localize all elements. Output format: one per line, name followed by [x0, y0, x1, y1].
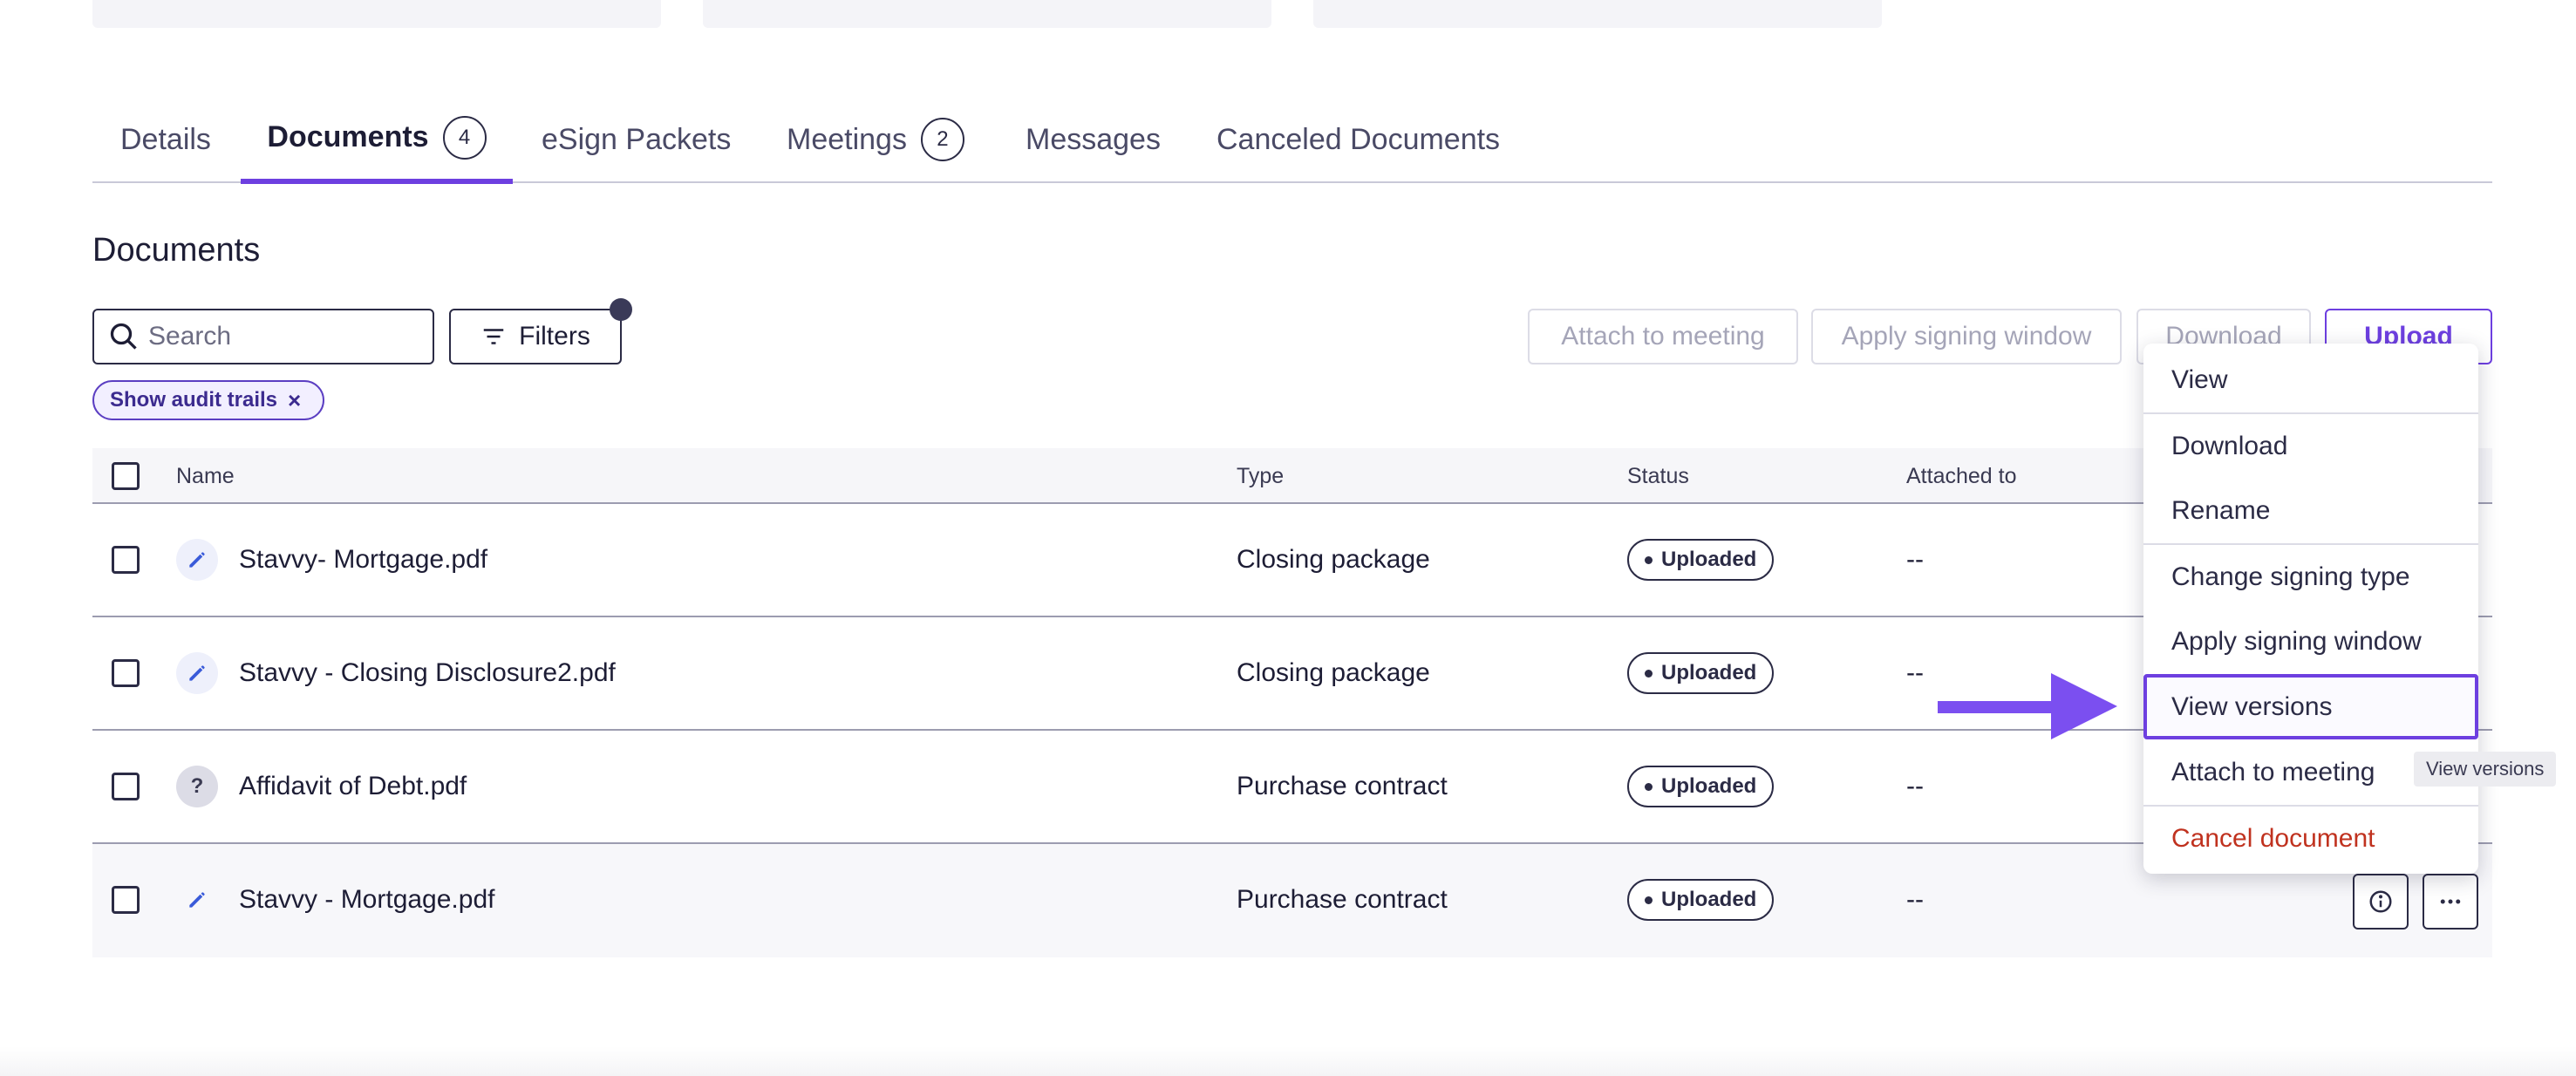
tab-messages[interactable]: Messages: [1026, 96, 1161, 183]
annotation-arrow-icon: [1938, 673, 2117, 739]
table-header: Name Type Status Attached to: [92, 448, 2492, 504]
document-name[interactable]: Stavvy - Closing Disclosure2.pdf: [239, 617, 616, 729]
section-title: Documents: [92, 232, 261, 269]
tab-bar: Details Documents 4 eSign Packets Meetin…: [92, 96, 2492, 184]
document-info-button[interactable]: [2353, 874, 2409, 930]
menu-item-apply-signing-window[interactable]: Apply signing window: [2143, 609, 2478, 674]
menu-item-cancel-document[interactable]: Cancel document: [2143, 805, 2478, 870]
attach-to-meeting-button[interactable]: Attach to meeting: [1528, 309, 1798, 364]
ellipsis-icon: [2440, 899, 2461, 904]
more-actions-button[interactable]: [2423, 874, 2478, 930]
attached-to: --: [1906, 658, 1924, 687]
pencil-icon: [176, 652, 218, 694]
tab-details[interactable]: Details: [120, 96, 211, 183]
table-row[interactable]: Stavvy - Mortgage.pdf Purchase contract …: [92, 844, 2492, 957]
menu-item-view[interactable]: View: [2143, 347, 2478, 412]
document-type: Closing package: [1237, 658, 1430, 687]
tab-canceled-documents[interactable]: Canceled Documents: [1216, 96, 1500, 183]
column-header-name[interactable]: Name: [176, 448, 235, 504]
audit-trails-filter-chip[interactable]: Show audit trails ×: [92, 380, 324, 420]
documents-count-badge: 4: [442, 115, 487, 160]
menu-item-change-signing-type[interactable]: Change signing type: [2143, 543, 2478, 609]
document-type: Purchase contract: [1237, 885, 1448, 914]
search-input[interactable]: [148, 322, 410, 351]
status-cell: Uploaded: [1627, 504, 1775, 616]
summary-card-1: [92, 0, 661, 28]
row-checkbox[interactable]: [112, 659, 140, 687]
row-checkbox[interactable]: [112, 773, 140, 800]
status-cell: Uploaded: [1627, 617, 1775, 729]
info-icon: [2369, 890, 2392, 913]
filter-chip-label: Show audit trails: [110, 388, 278, 412]
column-header-status[interactable]: Status: [1627, 448, 1689, 504]
tab-documents-label: Documents: [267, 120, 429, 153]
attached-to: --: [1906, 772, 1924, 800]
filters-button[interactable]: Filters: [449, 298, 632, 364]
pencil-icon: [176, 879, 218, 921]
question-icon: ?: [176, 766, 218, 807]
tab-esign-packets-label: eSign Packets: [542, 122, 732, 156]
select-all-checkbox[interactable]: [112, 462, 140, 490]
status-badge: Uploaded: [1627, 879, 1775, 921]
search-icon: [110, 323, 137, 350]
filters-label: Filters: [519, 322, 590, 351]
page-footer-band: [0, 1046, 2576, 1076]
filters-active-indicator: [610, 298, 632, 321]
table-row[interactable]: Stavvy- Mortgage.pdf Closing package Upl…: [92, 504, 2492, 617]
search-field[interactable]: [92, 309, 434, 364]
documents-table: Name Type Status Attached to Stavvy- Mor…: [92, 448, 2492, 957]
document-type: Purchase contract: [1237, 772, 1448, 800]
document-actions-menu: View Download Rename Change signing type…: [2143, 344, 2478, 874]
status-cell: Uploaded: [1627, 731, 1775, 842]
meetings-count-badge: 2: [920, 118, 964, 161]
close-icon[interactable]: ×: [288, 387, 301, 414]
tab-messages-label: Messages: [1026, 122, 1161, 156]
pencil-icon: [176, 539, 218, 581]
document-name[interactable]: Stavvy - Mortgage.pdf: [239, 844, 494, 956]
status-badge: Uploaded: [1627, 652, 1775, 694]
row-checkbox[interactable]: [112, 546, 140, 574]
document-type: Closing package: [1237, 545, 1430, 574]
table-row[interactable]: ? Affidavit of Debt.pdf Purchase contrac…: [92, 731, 2492, 844]
document-name[interactable]: Affidavit of Debt.pdf: [239, 731, 467, 842]
attached-to: --: [1906, 545, 1924, 574]
menu-item-rename[interactable]: Rename: [2143, 478, 2478, 543]
status-badge: Uploaded: [1627, 766, 1775, 807]
menu-item-download[interactable]: Download: [2143, 412, 2478, 478]
menu-item-view-versions[interactable]: View versions: [2143, 674, 2478, 739]
attached-to: --: [1906, 885, 1924, 914]
column-header-type[interactable]: Type: [1237, 448, 1284, 504]
column-header-attached-to[interactable]: Attached to: [1906, 448, 2016, 504]
document-name[interactable]: Stavvy- Mortgage.pdf: [239, 504, 487, 616]
tab-details-label: Details: [120, 122, 211, 156]
tab-esign-packets[interactable]: eSign Packets: [542, 96, 731, 183]
tab-meetings-label: Meetings: [787, 122, 907, 156]
tab-documents[interactable]: Documents 4: [241, 96, 513, 184]
summary-card-3: [1313, 0, 1882, 28]
status-badge: Uploaded: [1627, 539, 1775, 581]
table-row[interactable]: Stavvy - Closing Disclosure2.pdf Closing…: [92, 617, 2492, 731]
status-cell: Uploaded: [1627, 844, 1775, 956]
row-checkbox[interactable]: [112, 886, 140, 914]
filter-icon: [483, 329, 504, 344]
tab-canceled-documents-label: Canceled Documents: [1216, 122, 1501, 156]
summary-card-2: [703, 0, 1271, 28]
apply-signing-window-button[interactable]: Apply signing window: [1811, 309, 2122, 364]
tooltip: View versions: [2414, 752, 2557, 787]
tab-meetings[interactable]: Meetings 2: [787, 96, 964, 183]
